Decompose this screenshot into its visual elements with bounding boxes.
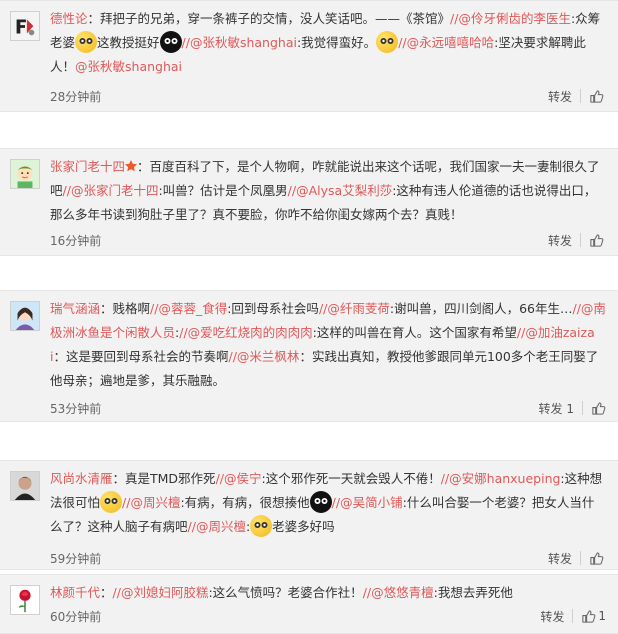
mention-link[interactable]: //@侯宁 (216, 471, 262, 486)
username-link[interactable]: 瑞气涵涵 (50, 301, 100, 316)
timestamp: 28分钟前 (50, 90, 102, 104)
avatar[interactable] (10, 585, 40, 615)
mention-link[interactable]: //@张家门老十四 (63, 183, 159, 198)
comment-fragment: :有病，有病，很想揍他 (180, 495, 310, 510)
like-button[interactable]: 1 (581, 609, 606, 624)
divider (572, 609, 574, 623)
comment-fragment: :这样的叫兽在育人。这个国家有希望 (312, 325, 517, 340)
mention-link[interactable]: //@蓉蓉_食得 (150, 301, 227, 316)
comment-card: 林颜千代：//@刘媳妇阿胶糕:这么气愤吗？老婆合作社！//@悠悠青檀:我想去弄死… (0, 574, 618, 634)
thumbs-up-icon (582, 609, 596, 623)
mention-link[interactable]: @张秋敏shanghai (75, 59, 182, 74)
mention-link[interactable]: //@纤雨芰荷 (319, 301, 390, 316)
timestamp: 59分钟前 (50, 552, 102, 566)
avatar[interactable] (10, 159, 40, 189)
mention-link[interactable]: //@吴简小铺 (332, 495, 403, 510)
avatar[interactable] (10, 301, 40, 331)
thumbs-up-icon (592, 401, 606, 415)
mention-link[interactable]: //@Alysa艾梨利莎 (288, 183, 393, 198)
like-button[interactable] (589, 233, 606, 248)
comment-card: 德性论：拜把子的兄弟，穿一条裤子的交情，没人笑话吧。——《茶馆》//@伶牙俐齿的… (0, 0, 618, 112)
emoji-dark-face-icon (309, 491, 332, 513)
comment-footer: 59分钟前 转发 (50, 547, 606, 569)
username-link[interactable]: 风尚水清雁 (50, 471, 113, 486)
repost-button[interactable]: 转发 (548, 550, 572, 567)
emoji-face-icon (75, 31, 98, 53)
thumbs-up-icon (590, 89, 604, 103)
comment-footer: 28分钟前 转发 (50, 85, 606, 107)
comment-fragment: :叫兽？估计是个凤凰男 (158, 183, 288, 198)
username-link[interactable]: 德性论 (50, 11, 88, 26)
comment-text: 德性论：拜把子的兄弟，穿一条裤子的交情，没人笑话吧。——《茶馆》//@伶牙俐齿的… (50, 7, 606, 79)
divider (580, 551, 581, 565)
mention-link[interactable]: //@爱吃红烧肉的肉肉肉 (179, 325, 312, 340)
comment-text: 瑞气涵涵：贱格啊//@蓉蓉_食得:回到母系社会吗//@纤雨芰荷:谢叫兽，四川剑阁… (50, 297, 606, 393)
mention-link[interactable]: //@悠悠青檀 (363, 585, 434, 600)
username-link[interactable]: 张家门老十四 (50, 159, 125, 174)
comment-fragment: ：真是TMD邪作死 (112, 471, 216, 486)
avatar[interactable] (10, 471, 40, 501)
mention-link[interactable]: //@张秋敏shanghai (182, 35, 297, 50)
repost-count: 1 (566, 401, 574, 416)
mention-link[interactable]: //@永远嘻嘻哈哈 (398, 35, 494, 50)
comment-text: 林颜千代：//@刘媳妇阿胶糕:这么气愤吗？老婆合作社！//@悠悠青檀:我想去弄死… (50, 581, 606, 605)
mention-link[interactable]: //@米兰枫林 (229, 349, 300, 364)
comment-fragment: ：这是要回到母系社会的节奏啊 (53, 349, 229, 364)
comment-card: 风尚水清雁：真是TMD邪作死//@侯宁:这个邪作死一天就会毁人不倦！//@安娜h… (0, 460, 618, 570)
comment-card: 张家门老十四 ：百度百科了下，是个人物啊，咋就能说出来这个话呢，我们国家一夫一妻制… (0, 148, 618, 256)
comment-fragment: :回到母系社会吗 (227, 301, 319, 316)
timestamp: 53分钟前 (50, 402, 102, 416)
comment-text: 张家门老十四 ：百度百科了下，是个人物啊，咋就能说出来这个话呢，我们国家一夫一妻制… (50, 155, 606, 227)
emoji-dark-face-icon (159, 31, 182, 53)
emoji-face-icon (100, 491, 123, 513)
vip-badge-icon (125, 156, 138, 172)
thumbs-up-icon (590, 233, 604, 247)
comment-fragment: ： (100, 585, 113, 600)
like-button[interactable] (589, 551, 606, 566)
comment-fragment: :这么气愤吗？老婆合作社！ (208, 585, 363, 600)
divider (580, 233, 581, 247)
emoji-face-icon (376, 31, 399, 53)
mention-link[interactable]: //@安娜hanxueping (441, 471, 561, 486)
mention-link[interactable]: //@伶牙俐齿的李医生 (450, 11, 571, 26)
repost-label: 转发 (538, 401, 563, 416)
repost-button[interactable]: 转发 1 (539, 400, 574, 417)
comment-fragment: 这教授挺好 (97, 35, 160, 50)
comment-footer: 53分钟前 转发 1 (50, 397, 606, 419)
mention-link[interactable]: //@刘媳妇阿胶糕 (113, 585, 209, 600)
mention-link[interactable]: //@周兴檀 (188, 519, 246, 534)
repost-button[interactable]: 转发 (540, 608, 564, 625)
comment-fragment: :我觉得蛮好。 (296, 35, 377, 50)
comment-card: 瑞气涵涵：贱格啊//@蓉蓉_食得:回到母系社会吗//@纤雨芰荷:谢叫兽，四川剑阁… (0, 290, 618, 422)
like-count: 1 (598, 609, 606, 623)
comment-footer: 60分钟前 转发 1 (50, 605, 606, 627)
comment-fragment: ：拜把子的兄弟，穿一条裤子的交情，没人笑话吧。——《茶馆》 (87, 11, 451, 26)
repost-button[interactable]: 转发 (548, 88, 572, 105)
comment-fragment: 老婆多好吗 (272, 519, 335, 534)
comment-fragment: :谢叫兽，四川剑阁人，66年生… (389, 301, 573, 316)
username-link[interactable]: 林颜千代 (50, 585, 100, 600)
avatar[interactable] (10, 11, 40, 41)
thumbs-up-icon (590, 551, 604, 565)
timestamp: 60分钟前 (50, 610, 102, 624)
comment-fragment: :这个邪作死一天就会毁人不倦！ (261, 471, 441, 486)
divider (582, 401, 583, 415)
emoji-face-icon (250, 515, 273, 537)
comment-fragment: ：贱格啊 (100, 301, 151, 316)
comment-fragment: :我想去弄死他 (433, 585, 513, 600)
repost-button[interactable]: 转发 (548, 232, 572, 249)
like-button[interactable] (589, 89, 606, 104)
mention-link[interactable]: //@周兴檀 (122, 495, 180, 510)
comment-text: 风尚水清雁：真是TMD邪作死//@侯宁:这个邪作死一天就会毁人不倦！//@安娜h… (50, 467, 606, 539)
like-button[interactable] (591, 401, 606, 416)
comment-footer: 16分钟前 转发 (50, 229, 606, 251)
timestamp: 16分钟前 (50, 234, 102, 248)
divider (580, 89, 581, 103)
